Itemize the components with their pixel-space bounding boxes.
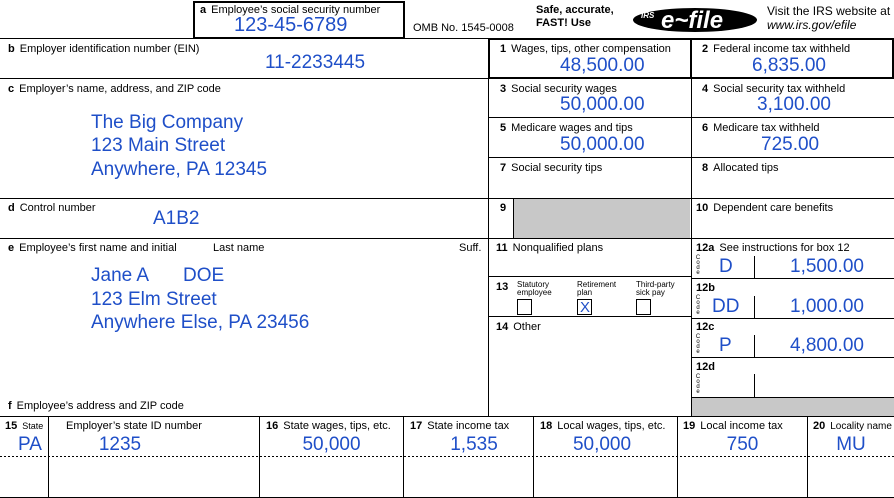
box-4-value: 3,100.00 [757, 94, 831, 115]
retirement-plan-check-mark: X [580, 299, 591, 316]
box-1-label: 1 Wages, tips, other compensation [500, 43, 671, 55]
box-9-shaded [514, 199, 690, 238]
employer-city: Anywhere, PA 12345 [91, 159, 268, 180]
control-number-value: A1B2 [153, 208, 200, 229]
box-12c-label: 12c [696, 321, 715, 333]
employer-street: 123 Main Street [91, 135, 226, 156]
box-12c-code-caption: Code [695, 334, 701, 355]
svg-text:e~file: e~file [661, 7, 723, 34]
suffix-label: Suff. [459, 242, 482, 254]
box-12d-code-caption: Code [695, 374, 701, 395]
box-18-label: 18 Local wages, tips, etc. [540, 420, 666, 432]
box-12b-code: DD [712, 296, 740, 317]
box-17-value: 1,535 [450, 434, 498, 455]
box-17-label: 17 State income tax [410, 420, 510, 432]
box-12d-shaded [691, 398, 894, 416]
box-2-value: 6,835.00 [752, 55, 826, 76]
employee-last-name: DOE [183, 265, 225, 286]
box-9-label: 9 [500, 202, 507, 214]
box-20-label: 20 Locality name [813, 420, 892, 432]
box-6-label: 6 Medicare tax withheld [702, 122, 820, 134]
box-14-label: 14 Other [496, 321, 541, 333]
box-5-value: 50,000.00 [560, 134, 645, 155]
box-12d-label: 12d [696, 361, 715, 373]
last-name-label: Last name [213, 242, 265, 254]
ein-value: 11-2233445 [265, 52, 366, 73]
box-19-label: 19 Local income tax [683, 420, 783, 432]
employee-city: Anywhere Else, PA 23456 [91, 312, 310, 333]
employee-address-label: f Employee’s address and ZIP code [8, 400, 184, 412]
employee-street: 123 Elm Street [91, 289, 217, 310]
omb-number: OMB No. 1545-0008 [413, 22, 514, 34]
box-20-value: MU [836, 434, 866, 455]
box-1-value: 48,500.00 [560, 55, 645, 76]
box-12c-code: P [719, 335, 732, 356]
box-7-label: 7 Social security tips [500, 162, 603, 174]
box-12a-amount: 1,500.00 [790, 256, 864, 277]
state-id-value: 1235 [98, 434, 142, 455]
employee-name-label: e Employee’s first name and initial [8, 242, 177, 254]
box-15-label: 15 State [5, 420, 44, 432]
box-12b-amount: 1,000.00 [790, 296, 864, 317]
statutory-employee-label: Statutory employee [517, 280, 552, 297]
safe-accurate-text: Safe, accurate, FAST! Use [536, 4, 614, 29]
visit-irs-text: Visit the IRS website at www.irs.gov/efi… [767, 4, 891, 32]
box-12a-code: D [719, 256, 733, 277]
box-2-label: 2 Federal income tax withheld [702, 43, 851, 55]
box-15-value: PA [18, 434, 42, 455]
box-12b-label: 12b [696, 282, 715, 294]
box-19-value: 750 [726, 434, 759, 455]
irs-efile-logo: IRS e~file [631, 6, 759, 34]
ssn-value: 123-45-6789 [234, 14, 348, 36]
box-11-label: 11 Nonqualified plans [496, 242, 604, 254]
box-6-value: 725.00 [761, 134, 820, 155]
box-12c-amount: 4,800.00 [790, 335, 864, 356]
box-13-label: 13 [496, 281, 509, 293]
employer-label: c Employer’s name, address, and ZIP code [8, 83, 221, 95]
svg-text:IRS: IRS [641, 11, 655, 20]
control-number-label: d Control number [8, 202, 96, 214]
third-party-sick-pay-checkbox[interactable] [636, 299, 651, 315]
box-16-label: 16 State wages, tips, etc. [266, 420, 391, 432]
retirement-plan-checkbox[interactable]: X [577, 299, 592, 316]
employer-name: The Big Company [91, 112, 244, 133]
ein-label: b Employer identification number (EIN) [8, 43, 200, 55]
box-3-value: 50,000.00 [560, 94, 645, 115]
third-party-sick-pay-label: Third-party sick pay [636, 280, 675, 297]
employee-first-name: Jane A [91, 265, 150, 286]
box-12b-code-caption: Code [695, 295, 701, 316]
box-5-label: 5 Medicare wages and tips [500, 122, 633, 134]
box-12a-label: 12a See instructions for box 12 [696, 242, 850, 254]
state-id-label: Employer’s state ID number [66, 420, 202, 432]
box-8-label: 8 Allocated tips [702, 162, 779, 174]
box-16-value: 50,000 [302, 434, 361, 455]
retirement-plan-label: Retirement plan [577, 280, 617, 297]
statutory-employee-checkbox[interactable] [517, 299, 532, 315]
box-10-label: 10 Dependent care benefits [696, 202, 834, 214]
box-18-value: 50,000 [572, 434, 632, 455]
box-12a-code-caption: Code [695, 255, 701, 276]
